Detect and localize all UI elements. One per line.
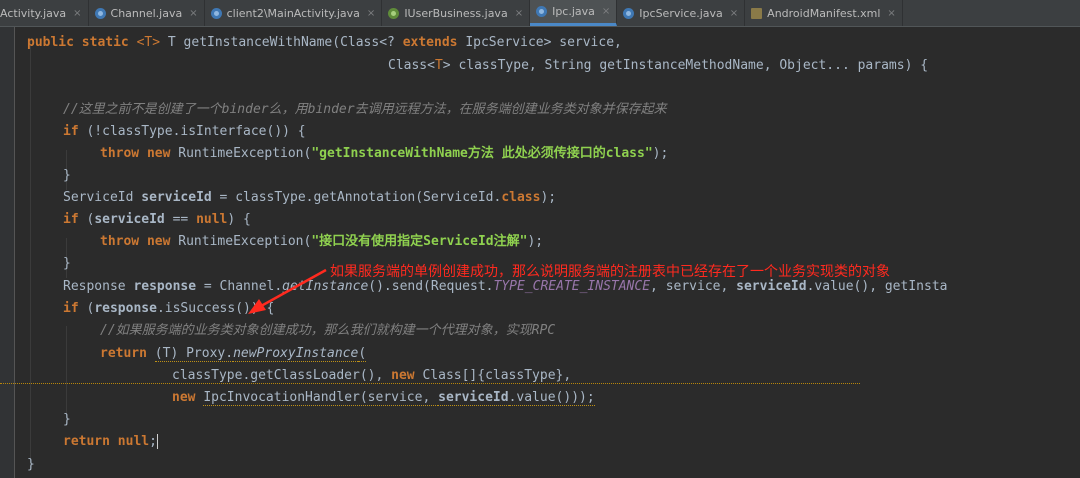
annotation-text: 如果服务端的单例创建成功，那么说明服务端的注册表中已经存在了一个业务实现类的对象 <box>330 264 890 280</box>
annotation-arrow-icon <box>248 268 327 314</box>
